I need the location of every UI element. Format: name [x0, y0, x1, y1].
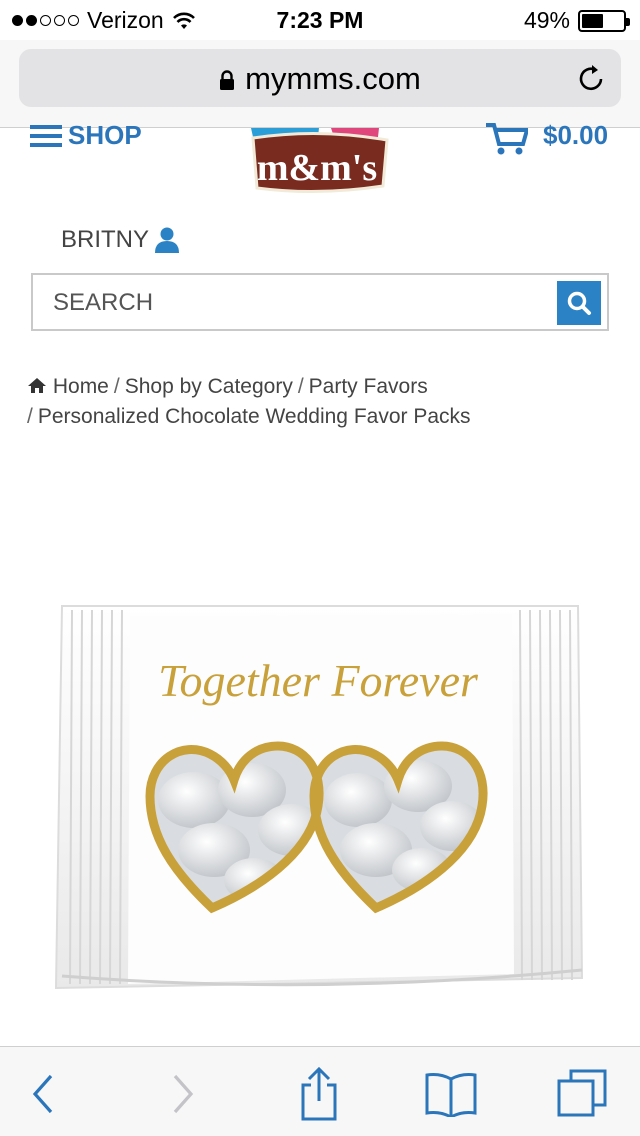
breadcrumb-current: Personalized Chocolate Wedding Favor Pac… — [37, 405, 471, 428]
package-text: Together Forever — [158, 655, 479, 706]
battery-icon — [578, 9, 630, 32]
tabs-icon — [557, 1069, 607, 1117]
browser-url-area: mymms.com — [0, 40, 640, 128]
cart-icon[interactable] — [486, 122, 528, 156]
breadcrumb-shop-by-category[interactable]: Shop by Category — [125, 375, 293, 398]
breadcrumb: Home / Shop by Category / Party Favors / Perso… — [27, 372, 617, 432]
back-button[interactable] — [16, 1067, 70, 1121]
forward-icon — [173, 1074, 194, 1114]
breadcrumb-party-favors[interactable]: Party Favors — [309, 375, 428, 398]
share-icon — [301, 1067, 337, 1121]
breadcrumb-home[interactable]: Home — [53, 375, 109, 398]
forward-button[interactable] — [156, 1067, 210, 1121]
breadcrumb-separator: / — [113, 375, 120, 398]
tabs-button[interactable] — [556, 1067, 610, 1121]
search-icon — [567, 291, 591, 315]
back-icon — [32, 1074, 53, 1114]
bookmarks-button[interactable] — [424, 1067, 478, 1121]
domain-text: mymms.com — [245, 61, 421, 96]
search-box — [31, 273, 609, 331]
breadcrumb-separator: / — [297, 375, 304, 398]
address-bar[interactable]: mymms.com — [19, 49, 621, 107]
breadcrumb-separator: / — [27, 405, 33, 428]
lock-icon — [220, 70, 235, 91]
menu-icon — [30, 124, 62, 147]
status-right: 49% — [523, 7, 630, 34]
account-username: BRITNY — [61, 226, 150, 253]
share-button[interactable] — [292, 1067, 346, 1121]
page: Verizon 7:23 PM 49% mymms.com SHOP m&m's… — [0, 0, 640, 1136]
search-input[interactable] — [53, 287, 553, 319]
bookmarks-icon — [425, 1073, 477, 1117]
search-button[interactable] — [557, 281, 601, 325]
logo-text: m&m's — [257, 147, 377, 189]
user-icon — [155, 227, 180, 253]
battery-nub — [626, 17, 630, 26]
product-image[interactable]: Together Forever — [42, 600, 598, 1000]
shop-menu-label: SHOP — [68, 120, 142, 150]
browser-toolbar — [0, 1046, 640, 1136]
status-bar: Verizon 7:23 PM 49% — [0, 0, 640, 40]
shop-menu-button[interactable]: SHOP — [30, 120, 142, 151]
cart-total[interactable]: $0.00 — [543, 120, 608, 151]
mms-logo[interactable]: m&m's — [247, 128, 393, 194]
account-link[interactable]: BRITNY — [61, 226, 180, 254]
reload-icon[interactable] — [577, 61, 607, 93]
home-icon — [28, 378, 46, 393]
address-domain[interactable]: mymms.com — [19, 61, 621, 97]
battery-fill — [582, 13, 603, 28]
battery-percent: 49% — [523, 7, 570, 33]
